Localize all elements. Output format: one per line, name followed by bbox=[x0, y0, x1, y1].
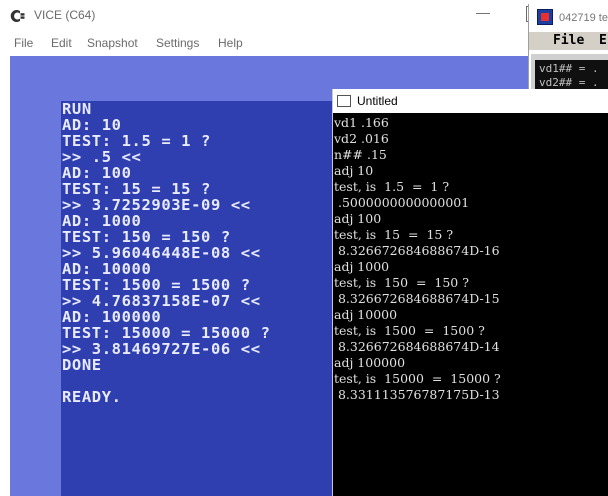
c64-line: >> 4.76837158E-07 << bbox=[62, 292, 261, 310]
output-line: vd2 .016 bbox=[334, 131, 389, 146]
c64-line: READY. bbox=[62, 388, 122, 406]
output-line: vd1 .166 bbox=[334, 115, 389, 130]
menu-file[interactable]: File bbox=[553, 33, 584, 48]
output-line: test, is 1500 = 1500 ? bbox=[334, 323, 485, 338]
c64-line: AD: 1000 bbox=[62, 212, 142, 230]
c64-line: DONE bbox=[62, 356, 102, 374]
output-line: 8.326672684688674D-15 bbox=[334, 291, 500, 306]
c64-line: TEST: 15000 = 15000 ? bbox=[62, 324, 271, 342]
output-line: 8.326672684688674D-14 bbox=[334, 339, 500, 354]
output-line: adj 100000 bbox=[334, 355, 406, 370]
output-line: 8.331113576787175D-13 bbox=[334, 387, 500, 402]
output-titlebar[interactable]: Untitled bbox=[333, 89, 608, 113]
menu-bar: File Edit Snapshot Settings Help bbox=[0, 32, 608, 54]
app-icon bbox=[537, 9, 553, 25]
menu-edit[interactable]: E bbox=[599, 33, 607, 48]
c64-line: AD: 100 bbox=[62, 164, 132, 182]
c64-line: TEST: 150 = 150 ? bbox=[62, 228, 231, 246]
c64-line: RUN bbox=[62, 100, 92, 118]
menu-snapshot[interactable]: Snapshot bbox=[87, 36, 138, 50]
output-line: test, is 1.5 = 1 ? bbox=[334, 179, 450, 194]
output-line: .5000000000000001 bbox=[334, 195, 470, 210]
c64-line: AD: 10 bbox=[62, 116, 122, 134]
output-window[interactable]: Untitled vd1 .166 vd2 .016 n## .15 adj 1… bbox=[332, 89, 608, 496]
menu-edit[interactable]: Edit bbox=[51, 36, 72, 50]
c64-line: TEST: 1500 = 1500 ? bbox=[62, 276, 251, 294]
output-line: adj 10 bbox=[334, 163, 374, 178]
output-line: adj 10000 bbox=[334, 307, 398, 322]
output-line: 8.326672684688674D-16 bbox=[334, 243, 500, 258]
c64-line: AD: 10000 bbox=[62, 260, 152, 278]
output-line: adj 100 bbox=[334, 211, 382, 226]
menu-file[interactable]: File bbox=[14, 36, 33, 50]
c64-line: >> 3.81469727E-06 << bbox=[62, 340, 261, 358]
editor-line: vd2## = . bbox=[539, 76, 599, 89]
window-title: VICE (C64) bbox=[34, 8, 96, 22]
window-title: Untitled bbox=[357, 94, 398, 108]
window-icon bbox=[337, 95, 351, 107]
editor-line: vd1## = . bbox=[539, 62, 599, 75]
output-line: test, is 15000 = 15000 ? bbox=[334, 371, 501, 386]
menu-bar: File E bbox=[529, 32, 608, 50]
menu-settings[interactable]: Settings bbox=[156, 36, 199, 50]
menu-help[interactable]: Help bbox=[218, 36, 243, 50]
c64-line: >> 5.96046448E-08 << bbox=[62, 244, 261, 262]
output-line: test, is 15 = 15 ? bbox=[334, 227, 454, 242]
output-line: n## .15 bbox=[334, 147, 387, 162]
c64-line: >> 3.7252903E-09 << bbox=[62, 196, 251, 214]
commodore-icon bbox=[10, 10, 25, 22]
output-line: test, is 150 = 150 ? bbox=[334, 275, 469, 290]
minimize-button[interactable]: — bbox=[474, 4, 492, 20]
c64-line: TEST: 15 = 15 ? bbox=[62, 180, 211, 198]
editor-text-area[interactable]: vd1## = . vd2## = . bbox=[535, 60, 608, 90]
background-window[interactable]: 042719 te File E vd1## = . vd2## = . bbox=[528, 4, 608, 90]
c64-line: AD: 100000 bbox=[62, 308, 162, 326]
vice-titlebar[interactable]: VICE (C64) — bbox=[0, 0, 608, 32]
editor-panel: vd1## = . vd2## = . bbox=[531, 54, 608, 90]
c64-line: TEST: 1.5 = 1 ? bbox=[62, 132, 211, 150]
window-title: 042719 te bbox=[559, 12, 608, 24]
output-line: adj 1000 bbox=[334, 259, 390, 274]
c64-line: >> .5 << bbox=[62, 148, 142, 166]
